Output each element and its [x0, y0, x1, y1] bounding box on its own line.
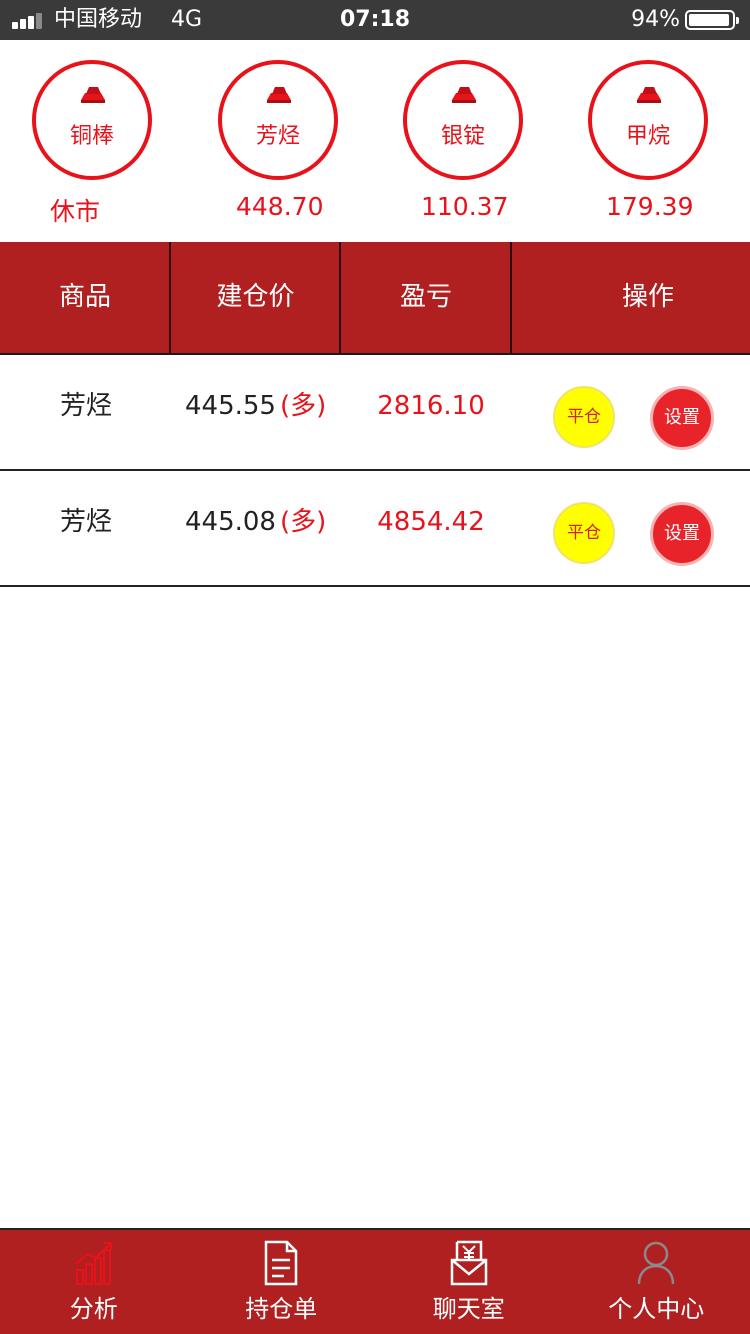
tab-profile[interactable]: 个人中心 — [563, 1230, 750, 1334]
open-price-value: 445.08 — [185, 507, 276, 537]
close-position-button[interactable]: 平仓 — [553, 386, 615, 448]
quote-name: 铜棒 — [69, 124, 114, 149]
table-row: 芳烃 445.55 (多) 2816.10 平仓 设置 — [0, 355, 750, 471]
open-price: 445.08 (多) — [185, 507, 326, 537]
quote-name: 芳烃 — [255, 124, 300, 149]
quote-price: 448.70 — [236, 192, 324, 221]
column-header-pnl: 盈亏 — [399, 282, 452, 312]
pnl-value: 2816.10 — [377, 391, 485, 421]
quote-section: 铜棒 休市 芳烃 448.70 银锭 110.37 甲烷 179.39 — [0, 40, 750, 242]
tab-label: 持仓单 — [245, 1295, 318, 1323]
tab-label: 聊天室 — [432, 1295, 505, 1323]
quote-item[interactable]: 铜棒 休市 — [0, 40, 186, 242]
quote-name: 甲烷 — [625, 124, 670, 149]
battery-percent: 94% — [631, 7, 680, 32]
table-row: 芳烃 445.08 (多) 4854.42 平仓 设置 — [0, 471, 750, 587]
settings-button[interactable]: 设置 — [650, 502, 714, 566]
tab-analysis[interactable]: 分析 — [0, 1230, 188, 1334]
bottom-tab-bar: 分析 持仓单 聊天室 个人中心 — [0, 1228, 750, 1334]
battery-icon — [685, 10, 739, 30]
settings-button[interactable]: 设置 — [650, 386, 714, 450]
gold-ingot-icon — [267, 87, 291, 103]
open-price: 445.55 (多) — [185, 391, 326, 421]
app-screen: 中国移动 4G 07:18 94% 铜棒 休市 芳烃 448.70 银锭 110… — [0, 0, 750, 1334]
direction-label: (多) — [279, 507, 327, 537]
tab-label: 分析 — [69, 1295, 118, 1323]
column-header-action: 操作 — [621, 282, 674, 312]
quote-circle[interactable]: 铜棒 — [32, 60, 152, 180]
quote-circle[interactable]: 芳烃 — [218, 60, 338, 180]
quote-item[interactable]: 甲烷 179.39 — [556, 40, 742, 242]
yuan-chat-icon — [375, 1240, 563, 1288]
column-header-product: 商品 — [58, 282, 111, 312]
quote-price: 179.39 — [606, 192, 694, 221]
chart-icon — [0, 1240, 188, 1288]
direction-label: (多) — [279, 391, 327, 421]
product-name: 芳烃 — [59, 507, 112, 537]
column-header-open-price: 建仓价 — [216, 282, 295, 312]
quote-item[interactable]: 银锭 110.37 — [371, 40, 557, 242]
quote-price: 110.37 — [421, 192, 509, 221]
quote-name: 银锭 — [440, 124, 485, 149]
product-name: 芳烃 — [59, 391, 112, 421]
document-icon — [188, 1240, 376, 1288]
user-icon — [563, 1240, 750, 1288]
quote-circle[interactable]: 银锭 — [403, 60, 523, 180]
quote-circle[interactable]: 甲烷 — [588, 60, 708, 180]
tab-label: 个人中心 — [608, 1295, 705, 1323]
quote-item[interactable]: 芳烃 448.70 — [186, 40, 372, 242]
tab-positions[interactable]: 持仓单 — [188, 1230, 376, 1334]
positions-table-header: 商品 建仓价 盈亏 操作 — [0, 242, 750, 355]
gold-ingot-icon — [81, 87, 105, 103]
open-price-value: 445.55 — [185, 391, 276, 421]
status-bar: 中国移动 4G 07:18 94% — [0, 0, 750, 40]
close-position-button[interactable]: 平仓 — [553, 502, 615, 564]
quote-price: 休市 — [50, 197, 101, 226]
gold-ingot-icon — [637, 87, 661, 103]
pnl-value: 4854.42 — [377, 507, 485, 537]
gold-ingot-icon — [452, 87, 476, 103]
tab-chatroom[interactable]: 聊天室 — [375, 1230, 563, 1334]
